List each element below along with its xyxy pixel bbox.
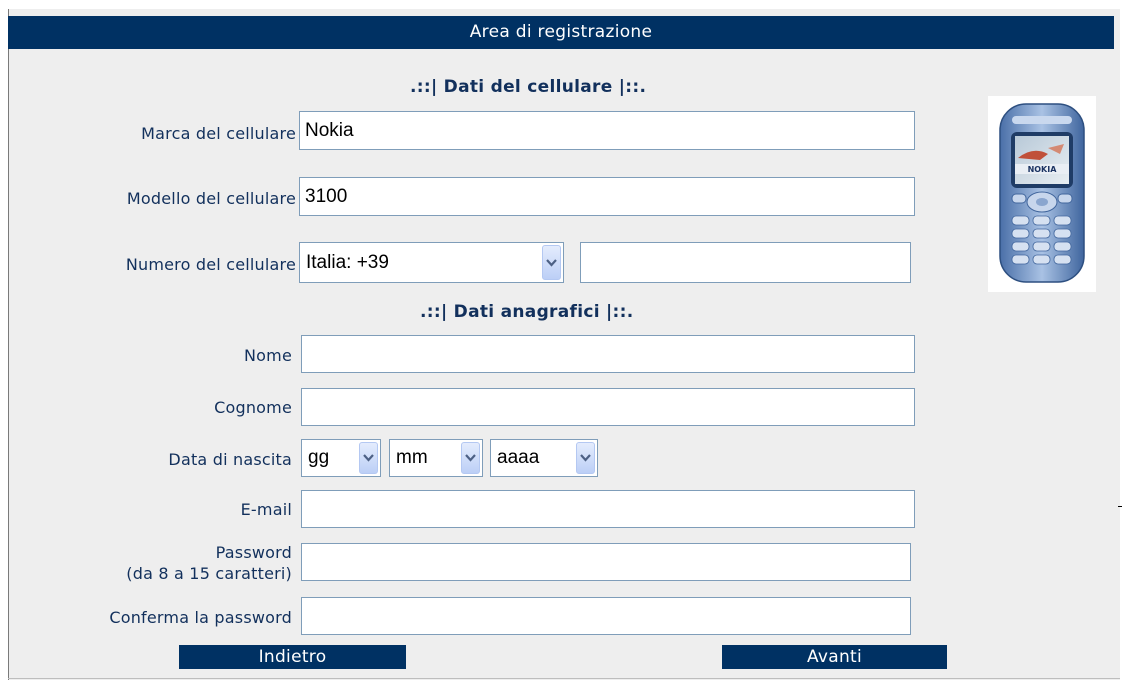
chevron-down-icon[interactable] — [576, 442, 595, 474]
phone-brand-field[interactable] — [299, 111, 915, 150]
phone-model-label: Modello del cellulare — [126, 189, 296, 208]
phone-number-label: Numero del cellulare — [125, 255, 296, 274]
phone-brand-label: Marca del cellulare — [141, 124, 296, 143]
phone-model-field[interactable] — [299, 177, 915, 216]
confirm-password-field[interactable] — [301, 597, 911, 635]
first-name-field[interactable] — [301, 335, 915, 373]
chevron-down-icon[interactable] — [542, 245, 561, 280]
section-title-personal-data: .::| Dati anagrafici |::. — [420, 302, 634, 322]
country-code-select[interactable]: Italia: +39 — [299, 242, 564, 283]
section-title-phone-data: .::| Dati del cellulare |::. — [410, 77, 647, 97]
password-label-line1: Password — [215, 543, 292, 562]
first-name-label: Nome — [244, 346, 292, 365]
chevron-down-icon[interactable] — [359, 442, 378, 474]
birth-year-value: aaaa — [497, 447, 540, 468]
password-field[interactable] — [301, 543, 911, 581]
email-label: E-mail — [240, 500, 292, 519]
birth-date-label: Data di nascita — [168, 450, 292, 469]
confirm-password-label: Conferma la password — [109, 608, 292, 627]
page-title: Area di registrazione — [8, 16, 1114, 49]
birth-month-select[interactable]: mm — [389, 439, 483, 477]
next-button[interactable]: Avanti — [722, 645, 947, 669]
edge-mark — [1118, 506, 1122, 507]
chevron-down-icon[interactable] — [461, 442, 480, 474]
nokia-phone-icon: NOKIA — [999, 103, 1085, 283]
back-button[interactable]: Indietro — [179, 645, 406, 669]
last-name-label: Cognome — [214, 398, 292, 417]
last-name-field[interactable] — [301, 388, 915, 426]
bottom-divider — [8, 678, 1120, 679]
password-label: Password (da 8 a 15 caratteri) — [32, 542, 292, 584]
phone-image: NOKIA — [988, 96, 1096, 292]
birth-day-select[interactable]: gg — [301, 439, 381, 477]
birth-day-value: gg — [308, 447, 330, 468]
birth-year-select[interactable]: aaaa — [490, 439, 598, 477]
password-label-line2: (da 8 a 15 caratteri) — [126, 564, 292, 583]
svg-text:NOKIA: NOKIA — [1028, 165, 1058, 174]
phone-number-field[interactable] — [580, 242, 911, 283]
email-field[interactable] — [301, 490, 915, 528]
birth-month-value: mm — [396, 447, 428, 468]
country-code-value: Italia: +39 — [306, 251, 389, 273]
